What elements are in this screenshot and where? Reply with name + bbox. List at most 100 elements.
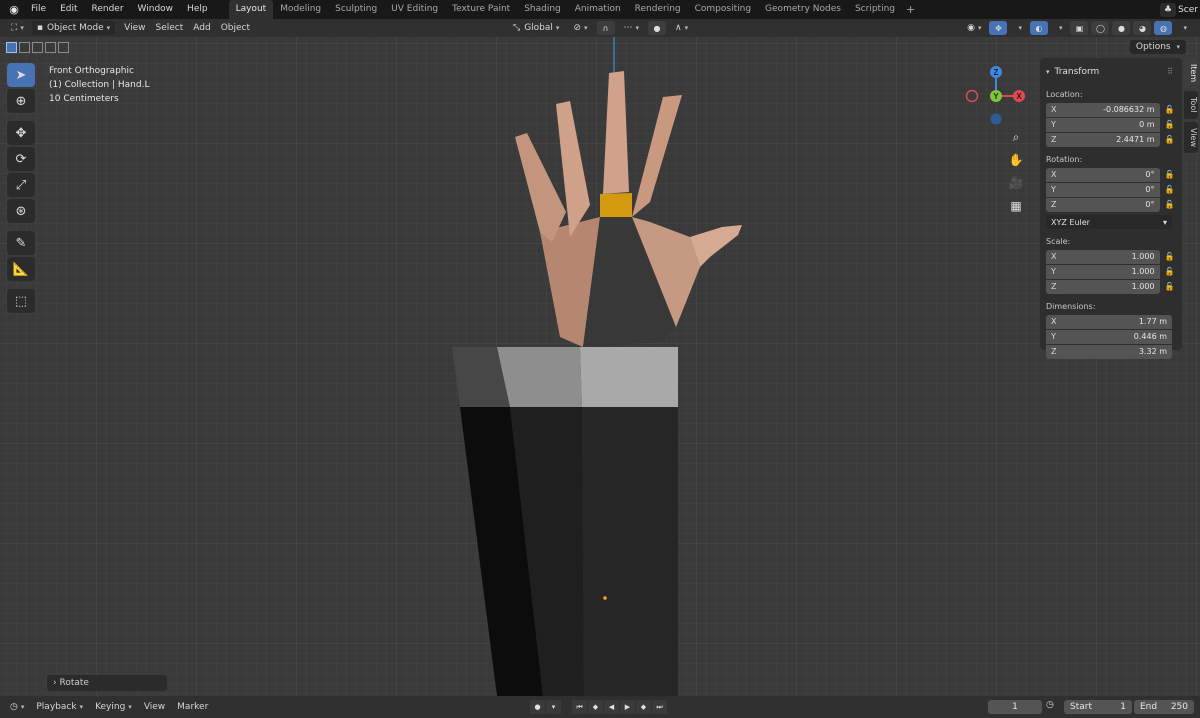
gizmo-neg-x[interactable] <box>965 89 979 103</box>
annotate-tool[interactable]: ✎ <box>7 231 35 255</box>
jump-start-button[interactable]: ⏮ <box>572 700 587 714</box>
current-frame-field[interactable]: 1 <box>988 700 1042 714</box>
tab-layout[interactable]: Layout <box>228 0 274 19</box>
blender-logo-icon[interactable]: ◉ <box>4 0 24 19</box>
drag-grip-icon[interactable]: ⠿ <box>1167 67 1174 76</box>
measure-tool[interactable]: 📐 <box>7 257 35 281</box>
tab-shading[interactable]: Shading <box>517 0 568 19</box>
tab-animation[interactable]: Animation <box>568 0 628 19</box>
snap-toggle[interactable]: ∩ <box>596 21 615 35</box>
tab-sculpting[interactable]: Sculpting <box>328 0 384 19</box>
tab-rendering[interactable]: Rendering <box>628 0 688 19</box>
tab-view[interactable]: View <box>1184 121 1198 153</box>
dimensions-x-field[interactable]: X 1.77 m <box>1046 314 1172 329</box>
rotation-y-field[interactable]: Y 0° <box>1046 182 1160 197</box>
move-tool[interactable]: ✥ <box>7 121 35 145</box>
menu-select[interactable]: Select <box>151 21 189 35</box>
navigation-gizmo[interactable]: Z X Y <box>962 62 1030 130</box>
lock-icon[interactable]: 🔓 <box>1164 170 1177 179</box>
scale-z-field[interactable]: Z 1.000 <box>1046 279 1160 294</box>
menu-view[interactable]: View <box>119 21 150 35</box>
menu-render[interactable]: Render <box>85 0 131 19</box>
location-x-field[interactable]: X -0.086632 m <box>1046 102 1160 117</box>
rotate-tool[interactable]: ⟳ <box>7 147 35 171</box>
pivot-dropdown[interactable]: ⊘ ▾ <box>568 21 592 35</box>
visibility-dropdown[interactable]: ◉ ▾ <box>962 21 986 35</box>
menu-edit[interactable]: Edit <box>53 0 84 19</box>
scale-tool[interactable]: ⤢ <box>7 173 35 197</box>
location-y-field[interactable]: Y 0 m <box>1046 117 1160 132</box>
gizmo-neg-z[interactable] <box>990 113 1002 125</box>
menu-add[interactable]: Add <box>188 21 215 35</box>
tab-scripting[interactable]: Scripting <box>848 0 902 19</box>
play-button[interactable]: ▶ <box>620 700 635 714</box>
timeline-editor-type[interactable]: ◷ ▾ <box>4 702 30 712</box>
cursor-tool[interactable]: ⊕ <box>7 89 35 113</box>
menu-object[interactable]: Object <box>216 21 255 35</box>
timeline-view-menu[interactable]: View <box>138 702 171 712</box>
tab-compositing[interactable]: Compositing <box>688 0 758 19</box>
record-dropdown[interactable]: ▾ <box>546 700 561 714</box>
pan-button[interactable]: ✋ <box>1004 150 1028 170</box>
gizmo-toggle[interactable]: ✥ <box>989 21 1008 35</box>
menu-window[interactable]: Window <box>131 0 181 19</box>
gizmo-dropdown[interactable]: ▾ <box>1010 21 1027 35</box>
playback-menu[interactable]: Playback ▾ <box>30 702 89 712</box>
overlays-dropdown[interactable]: ▾ <box>1051 21 1068 35</box>
lock-icon[interactable]: 🔓 <box>1164 105 1177 114</box>
select-extend-icon[interactable] <box>19 41 30 53</box>
lock-icon[interactable]: 🔓 <box>1164 200 1177 209</box>
camera-view-button[interactable]: 🎥 <box>1004 173 1028 193</box>
select-invert-icon[interactable] <box>45 41 56 53</box>
tab-tool[interactable]: Tool <box>1184 91 1198 119</box>
marker-menu[interactable]: Marker <box>171 702 214 712</box>
select-subtract-icon[interactable] <box>32 41 43 53</box>
menu-file[interactable]: File <box>24 0 53 19</box>
perspective-toggle-button[interactable]: ▦ <box>1004 196 1028 216</box>
scene-selector[interactable]: ♣ Scer <box>1160 0 1200 19</box>
scale-x-field[interactable]: X 1.000 <box>1046 249 1160 264</box>
orientation-dropdown[interactable]: ⤡ Global ▾ <box>508 21 564 35</box>
tab-geometry-nodes[interactable]: Geometry Nodes <box>758 0 848 19</box>
jump-end-button[interactable]: ⏭ <box>652 700 667 714</box>
lock-icon[interactable]: 🔓 <box>1164 282 1177 291</box>
shading-rendered-button[interactable]: ◍ <box>1154 21 1173 35</box>
add-workspace-button[interactable]: + <box>902 3 919 16</box>
overlays-toggle[interactable]: ◐ <box>1029 21 1048 35</box>
tab-uv-editing[interactable]: UV Editing <box>384 0 445 19</box>
location-z-field[interactable]: Z 2.4471 m <box>1046 132 1160 147</box>
rotation-z-field[interactable]: Z 0° <box>1046 197 1160 212</box>
dimensions-z-field[interactable]: Z 3.32 m <box>1046 344 1172 359</box>
tab-texture-paint[interactable]: Texture Paint <box>445 0 517 19</box>
lock-icon[interactable]: 🔓 <box>1164 252 1177 261</box>
tab-item[interactable]: Item <box>1184 58 1198 89</box>
rotation-x-field[interactable]: X 0° <box>1046 167 1160 182</box>
lock-icon[interactable]: 🔓 <box>1164 120 1177 129</box>
proportional-edit-toggle[interactable]: ● <box>648 21 667 35</box>
lock-icon[interactable]: 🔓 <box>1164 135 1177 144</box>
shading-dropdown[interactable]: ▾ <box>1175 21 1192 35</box>
lock-icon[interactable]: 🔓 <box>1164 267 1177 276</box>
lock-icon[interactable]: 🔓 <box>1164 185 1177 194</box>
editor-type-button[interactable]: ⛶ ▾ <box>6 21 29 35</box>
add-cube-tool[interactable]: ⬚ <box>7 289 35 313</box>
select-intersect-icon[interactable] <box>58 41 69 53</box>
transform-tool[interactable]: ⊛ <box>7 199 35 223</box>
mode-dropdown[interactable]: ▪ Object Mode ▾ <box>31 21 116 35</box>
scale-y-field[interactable]: Y 1.000 <box>1046 264 1160 279</box>
zoom-button[interactable]: ⌕ <box>1004 127 1028 147</box>
tab-modeling[interactable]: Modeling <box>273 0 328 19</box>
menu-help[interactable]: Help <box>180 0 215 19</box>
options-dropdown[interactable]: Options ▾ <box>1129 40 1186 54</box>
transform-panel-header[interactable]: ▾ Transform <box>1046 62 1176 82</box>
rotation-mode-dropdown[interactable]: XYZ Euler ▾ <box>1046 215 1172 229</box>
record-button[interactable]: ● <box>530 700 545 714</box>
select-new-icon[interactable] <box>6 41 17 53</box>
start-frame-field[interactable]: Start 1 <box>1064 700 1132 714</box>
last-operator-panel[interactable]: › Rotate <box>47 675 167 691</box>
snap-target-dropdown[interactable]: ⋯ ▾ <box>619 21 645 35</box>
xray-toggle[interactable]: ▣ <box>1070 21 1089 35</box>
keying-menu[interactable]: Keying ▾ <box>89 702 138 712</box>
prev-keyframe-button[interactable]: ◆ <box>588 700 603 714</box>
select-box-tool[interactable]: ➤ <box>7 63 35 87</box>
